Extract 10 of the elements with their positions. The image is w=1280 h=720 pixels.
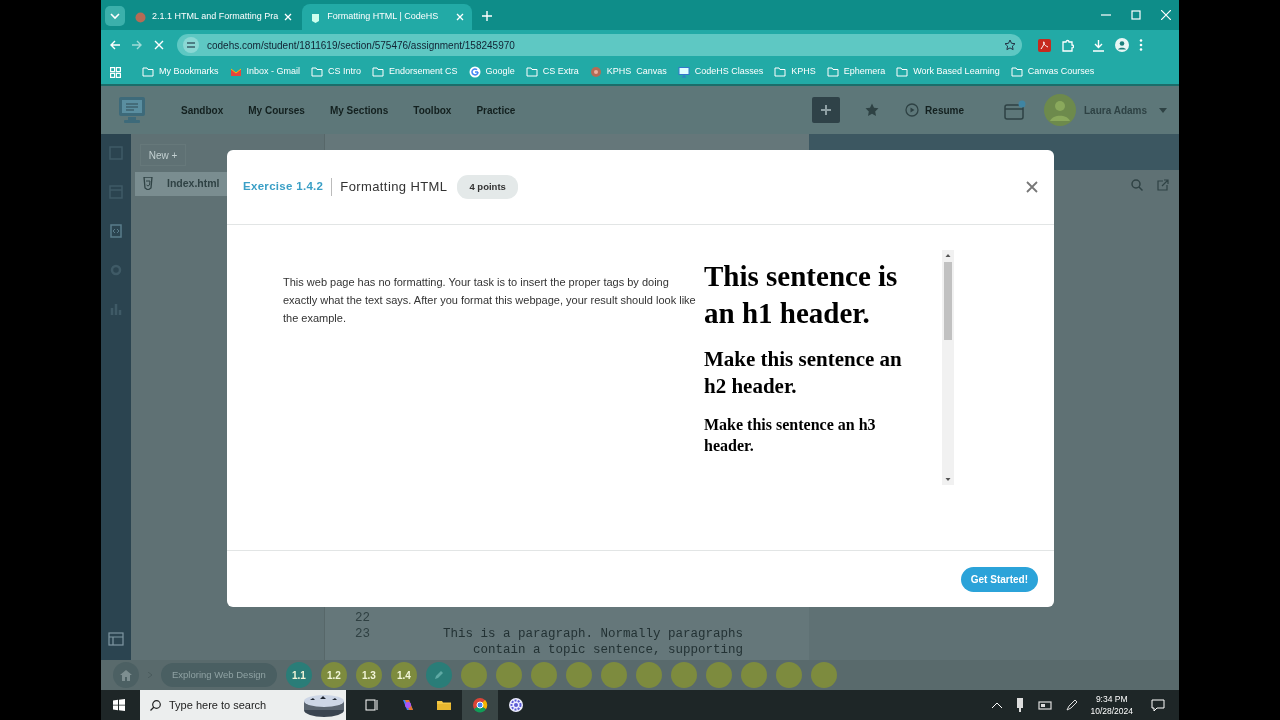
line-number: 22 bbox=[354, 610, 370, 626]
exercise-number: Exercise 1.4.2 bbox=[243, 178, 333, 196]
example-heading: Make this sentence an h2 header. bbox=[704, 346, 903, 400]
example-heading: Make this sentence an h3 header. bbox=[704, 415, 877, 456]
code-line: This is a paragraph. Normally paragraphs contain a topic sentence, supporting bbox=[443, 626, 745, 658]
line-number: 23 bbox=[354, 626, 370, 643]
description-text: This web page has no formatting. Your task is to insert the proper tags by doing exactly what the text says. After you format this webpage, your result should look like the example. bbox=[283, 275, 697, 326]
example-heading: This sentence is an h1 header. bbox=[704, 259, 899, 331]
points-badge: 4 points bbox=[457, 174, 518, 200]
dialog-title: Formatting HTML bbox=[340, 178, 448, 197]
